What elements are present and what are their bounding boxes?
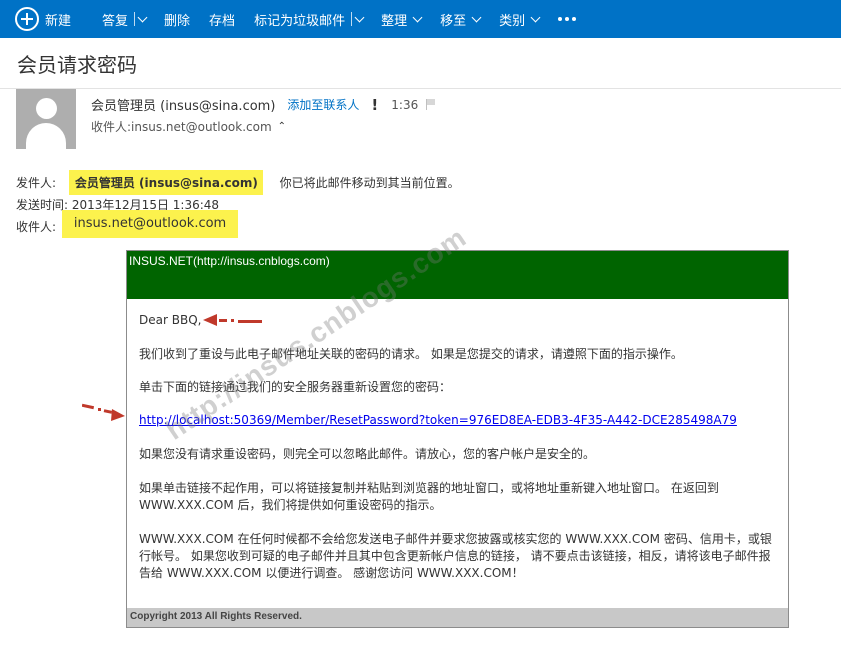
sweep-button[interactable]: 整理 bbox=[381, 0, 423, 38]
from-row: 发件人: 会员管理员 (insus@sina.com) 你已将此邮件移动到其当前… bbox=[16, 170, 460, 195]
recipient-row: 收件人:insus.net@outlook.com ⌃ bbox=[91, 118, 286, 135]
reply-label: 答复 bbox=[102, 13, 129, 29]
recipient-text: 收件人:insus.net@outlook.com bbox=[91, 120, 272, 134]
message-time: 1:36 bbox=[391, 97, 419, 112]
chevron-down-icon bbox=[530, 12, 541, 22]
from-label: 发件人: bbox=[16, 176, 57, 190]
delete-label: 删除 bbox=[164, 13, 191, 29]
command-toolbar: 新建 答复 删除 存档 标记为垃圾邮件 整理 移至 类别 bbox=[0, 0, 841, 38]
chevron-down-icon[interactable] bbox=[137, 12, 148, 22]
email-footer: Copyright 2013 All Rights Reserved. bbox=[127, 608, 788, 627]
message-subject: 会员请求密码 bbox=[17, 53, 137, 77]
add-to-contacts-link[interactable]: 添加至联系人 bbox=[287, 96, 359, 113]
new-label: 新建 bbox=[45, 13, 72, 29]
avatar[interactable] bbox=[16, 89, 76, 149]
reply-button[interactable]: 答复 bbox=[102, 0, 148, 38]
new-button[interactable]: 新建 bbox=[15, 0, 71, 38]
double-chevron-up-icon[interactable]: ⌃ bbox=[278, 121, 286, 132]
person-icon bbox=[36, 98, 57, 119]
separator bbox=[351, 12, 353, 26]
body-line-5c: 告给 WWW.XXX.COM 以便进行调查。 感谢您访问 WWW.XXX.COM… bbox=[139, 566, 524, 580]
archive-label: 存档 bbox=[209, 13, 236, 29]
ellipsis-icon bbox=[558, 17, 563, 21]
move-to-button[interactable]: 移至 bbox=[440, 0, 482, 38]
move-label: 移至 bbox=[440, 13, 467, 29]
sender-name[interactable]: 会员管理员 (insus@sina.com) bbox=[91, 95, 275, 114]
to-label: 收件人: bbox=[16, 220, 57, 234]
archive-button[interactable]: 存档 bbox=[209, 0, 235, 38]
body-line-3: 如果您没有请求重设密码，则完全可以忽略此邮件。请放心，您的客户帐户是安全的。 bbox=[139, 447, 596, 461]
annotation-arrow-right-icon bbox=[82, 403, 125, 421]
more-actions-button[interactable] bbox=[558, 0, 577, 38]
sweep-label: 整理 bbox=[381, 13, 408, 29]
ellipsis-icon bbox=[572, 17, 577, 21]
annotation-arrow-left-icon bbox=[203, 314, 262, 326]
email-body-card: INSUS.NET(http://insus.cnblogs.com) Dear… bbox=[126, 250, 789, 628]
body-line-4a: 如果单击链接不起作用，可以将链接复制并粘贴到浏览器的地址窗口，或将地址重新键入地… bbox=[139, 481, 719, 495]
email-banner: INSUS.NET(http://insus.cnblogs.com) bbox=[127, 251, 788, 299]
divider bbox=[0, 88, 841, 89]
categories-label: 类别 bbox=[499, 13, 526, 29]
to-value: insus.net@outlook.com bbox=[61, 210, 239, 238]
sender-row: 会员管理员 (insus@sina.com) 添加至联系人 ! 1:36 bbox=[91, 95, 436, 114]
junk-label: 标记为垃圾邮件 bbox=[254, 13, 346, 29]
chevron-down-icon bbox=[412, 12, 423, 22]
importance-icon[interactable]: ! bbox=[371, 96, 378, 114]
reset-password-link[interactable]: http://localhost:50369/Member/ResetPassw… bbox=[139, 413, 737, 427]
plus-icon bbox=[15, 7, 39, 31]
chevron-down-icon bbox=[471, 12, 482, 22]
ellipsis-icon bbox=[565, 17, 570, 21]
junk-button[interactable]: 标记为垃圾邮件 bbox=[254, 0, 365, 38]
greeting: Dear BBQ, bbox=[139, 313, 202, 327]
separator bbox=[134, 12, 136, 26]
to-row: 收件人: insus.net@outlook.com bbox=[16, 210, 239, 238]
body-line-1: 我们收到了重设与此电子邮件地址关联的密码的请求。 如果是您提交的请求，请遵照下面… bbox=[139, 347, 683, 361]
person-icon-body bbox=[26, 123, 66, 149]
flag-icon[interactable] bbox=[426, 99, 436, 110]
body-line-2: 单击下面的链接通过我们的安全服务器重新设置您的密码： bbox=[139, 380, 452, 394]
body-line-4b: WWW.XXX.COM 后，我们将提供如何重设密码的指示。 bbox=[139, 498, 442, 512]
chevron-down-icon[interactable] bbox=[354, 12, 365, 22]
delete-button[interactable]: 删除 bbox=[164, 0, 190, 38]
categories-button[interactable]: 类别 bbox=[499, 0, 541, 38]
moved-note: 你已将此邮件移动到其当前位置。 bbox=[279, 176, 460, 190]
body-line-5b: 行帐号。 如果您收到可疑的电子邮件并且其中包含更新帐户信息的链接， 请不要点击该… bbox=[139, 549, 771, 563]
body-line-5a: WWW.XXX.COM 在任何时候都不会给您发送电子邮件并要求您披露或核实您的 … bbox=[139, 532, 772, 546]
from-value: 会员管理员 (insus@sina.com) bbox=[68, 170, 263, 195]
